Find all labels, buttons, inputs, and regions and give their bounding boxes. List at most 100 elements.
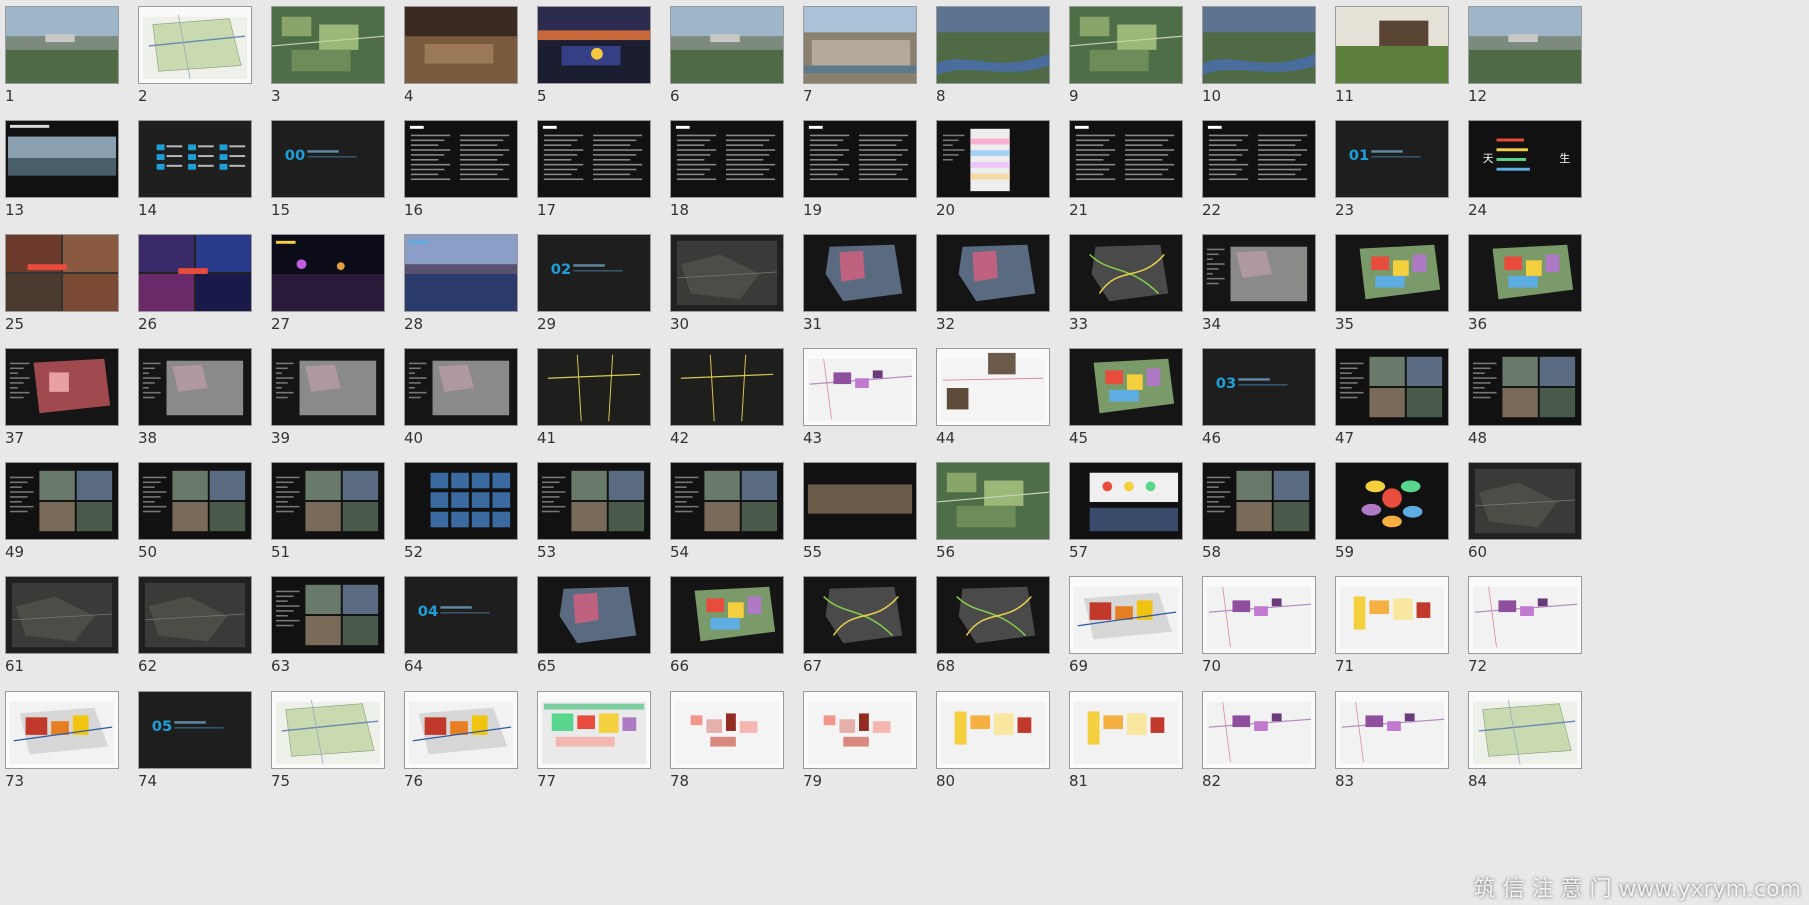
slide-thumbnail[interactable] (1468, 348, 1582, 426)
slide-thumbnail[interactable] (1468, 691, 1582, 769)
slide-item[interactable]: 55 (798, 456, 950, 566)
slide-item[interactable]: 33 (1064, 228, 1216, 338)
slide-item[interactable]: 17 (532, 114, 684, 224)
slide-item[interactable]: 83 (1330, 685, 1482, 795)
slide-item[interactable]: 66 (665, 570, 817, 680)
slide-item[interactable]: 44 (931, 342, 1083, 452)
slide-item[interactable]: 39 (266, 342, 418, 452)
slide-item[interactable]: 32 (931, 228, 1083, 338)
slide-item[interactable]: 38 (133, 342, 285, 452)
slide-thumbnail[interactable] (271, 6, 385, 84)
slide-thumbnail[interactable]: 03 (1202, 348, 1316, 426)
slide-thumbnail[interactable] (5, 576, 119, 654)
slide-item[interactable]: 19 (798, 114, 950, 224)
slide-thumbnail[interactable] (5, 462, 119, 540)
slide-item[interactable]: 31 (798, 228, 950, 338)
slide-item[interactable]: 70 (1197, 570, 1349, 680)
slide-thumbnail[interactable] (936, 576, 1050, 654)
slide-item[interactable]: 18 (665, 114, 817, 224)
slide-thumbnail[interactable] (138, 120, 252, 198)
slide-item[interactable]: 51 (266, 456, 418, 566)
slide-item[interactable]: 01 23 (1330, 114, 1482, 224)
slide-thumbnail[interactable] (936, 6, 1050, 84)
slide-thumbnail[interactable] (1335, 576, 1449, 654)
slide-thumbnail[interactable] (670, 234, 784, 312)
slide-item[interactable]: 14 (133, 114, 285, 224)
slide-item[interactable]: 71 (1330, 570, 1482, 680)
slide-thumbnail[interactable] (404, 691, 518, 769)
slide-thumbnail[interactable] (5, 6, 119, 84)
slide-thumbnail[interactable] (5, 120, 119, 198)
slide-item[interactable]: 16 (399, 114, 551, 224)
slide-item[interactable]: 42 (665, 342, 817, 452)
slide-item[interactable]: 58 (1197, 456, 1349, 566)
slide-item[interactable]: 40 (399, 342, 551, 452)
slide-thumbnail[interactable]: 天生 (1468, 120, 1582, 198)
slide-thumbnail[interactable] (271, 576, 385, 654)
slide-thumbnail[interactable] (1069, 234, 1183, 312)
slide-thumbnail[interactable] (670, 120, 784, 198)
slide-item[interactable]: 34 (1197, 228, 1349, 338)
slide-thumbnail[interactable]: 00 (271, 120, 385, 198)
slide-item[interactable]: 5 (532, 0, 684, 110)
slide-thumbnail[interactable] (803, 234, 917, 312)
slide-item[interactable]: 61 (0, 570, 152, 680)
slide-item[interactable]: 49 (0, 456, 152, 566)
slide-thumbnail[interactable] (803, 576, 917, 654)
slide-thumbnail[interactable] (1468, 234, 1582, 312)
slide-item[interactable]: 36 (1463, 228, 1615, 338)
slide-item[interactable]: 2 (133, 0, 285, 110)
slide-thumbnail[interactable] (670, 6, 784, 84)
slide-item[interactable]: 81 (1064, 685, 1216, 795)
slide-thumbnail[interactable] (1202, 234, 1316, 312)
slide-thumbnail[interactable] (936, 348, 1050, 426)
slide-thumbnail[interactable] (670, 691, 784, 769)
slide-item[interactable]: 03 46 (1197, 342, 1349, 452)
slide-thumbnail[interactable] (803, 6, 917, 84)
slide-item[interactable]: 6 (665, 0, 817, 110)
slide-thumbnail[interactable] (1468, 6, 1582, 84)
slide-thumbnail[interactable] (1202, 462, 1316, 540)
slide-thumbnail[interactable]: 02 (537, 234, 651, 312)
slide-item[interactable]: 12 (1463, 0, 1615, 110)
slide-thumbnail[interactable] (1335, 691, 1449, 769)
slide-thumbnail[interactable] (5, 348, 119, 426)
slide-thumbnail[interactable] (1069, 348, 1183, 426)
slide-item[interactable]: 69 (1064, 570, 1216, 680)
slide-item[interactable]: 50 (133, 456, 285, 566)
slide-thumbnail[interactable]: 04 (404, 576, 518, 654)
slide-item[interactable]: 52 (399, 456, 551, 566)
slide-thumbnail[interactable] (404, 462, 518, 540)
slide-item[interactable]: 53 (532, 456, 684, 566)
slide-thumbnail[interactable] (138, 234, 252, 312)
slide-thumbnail[interactable] (271, 691, 385, 769)
slide-item[interactable]: 68 (931, 570, 1083, 680)
slide-item[interactable]: 7 (798, 0, 950, 110)
slide-thumbnail[interactable] (537, 120, 651, 198)
slide-thumbnail[interactable] (138, 462, 252, 540)
slide-item[interactable]: 11 (1330, 0, 1482, 110)
slide-item[interactable]: 78 (665, 685, 817, 795)
slide-thumbnail[interactable] (1468, 462, 1582, 540)
slide-thumbnail[interactable] (404, 120, 518, 198)
slide-item[interactable]: 80 (931, 685, 1083, 795)
slide-item[interactable]: 4 (399, 0, 551, 110)
slide-item[interactable]: 13 (0, 114, 152, 224)
slide-thumbnail[interactable] (670, 576, 784, 654)
slide-thumbnail[interactable] (138, 576, 252, 654)
slide-item[interactable]: 60 (1463, 456, 1615, 566)
slide-thumbnail[interactable] (404, 348, 518, 426)
slide-thumbnail[interactable] (271, 462, 385, 540)
slide-thumbnail[interactable] (670, 348, 784, 426)
slide-item[interactable]: 04 64 (399, 570, 551, 680)
slide-item[interactable]: 37 (0, 342, 152, 452)
slide-item[interactable]: 67 (798, 570, 950, 680)
slide-item[interactable]: 20 (931, 114, 1083, 224)
slide-item[interactable]: 天生 24 (1463, 114, 1615, 224)
slide-item[interactable]: 1 (0, 0, 152, 110)
slide-thumbnail[interactable] (1069, 6, 1183, 84)
slide-thumbnail[interactable] (1202, 6, 1316, 84)
slide-thumbnail[interactable] (138, 6, 252, 84)
slide-item[interactable]: 25 (0, 228, 152, 338)
slide-thumbnail[interactable] (936, 691, 1050, 769)
